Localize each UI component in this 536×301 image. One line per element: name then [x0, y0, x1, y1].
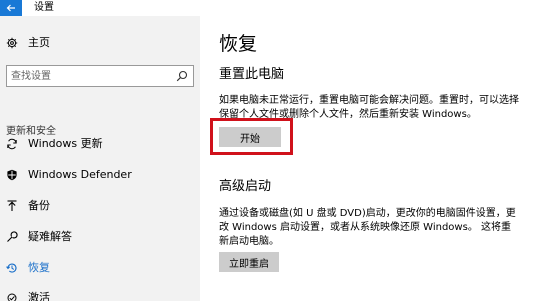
reset-pc-heading: 重置此电脑: [219, 67, 285, 82]
sidebar-item-label: 备份: [28, 199, 50, 212]
activation-icon: [6, 292, 18, 301]
sidebar-item-backup[interactable]: 备份: [0, 194, 200, 218]
sidebar-item-activation[interactable]: 激活: [0, 286, 200, 301]
back-button[interactable]: [0, 0, 22, 16]
main-content: 恢复 重置此电脑 如果电脑未正常运行，重置电脑可能会解决问题。重置时，可以选择保…: [200, 16, 536, 301]
sidebar-item-label: Windows Defender: [28, 168, 132, 181]
advanced-startup-description: 通过设备或磁盘(如 U 盘或 DVD)启动，更改你的电脑固件设置，更改 Wind…: [219, 208, 516, 247]
sidebar-item-windows-update[interactable]: Windows 更新: [0, 132, 200, 156]
window-title: 设置: [34, 2, 54, 13]
title-bar: 设置: [0, 0, 536, 16]
gear-icon: [6, 37, 18, 49]
search-box: [6, 65, 194, 87]
shield-icon: [6, 169, 18, 181]
wrench-icon: [6, 231, 18, 243]
search-input[interactable]: [11, 68, 171, 84]
sidebar-item-label: 主页: [28, 36, 50, 49]
sidebar: 主页 更新和安全 Windows 更新 Windows Defender 备份 …: [0, 16, 200, 301]
back-arrow-icon: [6, 4, 15, 12]
sidebar-item-label: 恢复: [28, 261, 50, 274]
get-started-button[interactable]: 开始: [219, 127, 281, 147]
sidebar-item-label: 疑难解答: [28, 230, 72, 243]
sidebar-item-windows-defender[interactable]: Windows Defender: [0, 163, 200, 187]
sidebar-item-recovery[interactable]: 恢复: [0, 256, 200, 280]
sidebar-item-troubleshoot[interactable]: 疑难解答: [0, 225, 200, 249]
advanced-startup-heading: 高级启动: [219, 179, 272, 194]
sidebar-item-label: 激活: [28, 291, 50, 301]
sidebar-item-label: Windows 更新: [28, 137, 103, 150]
restart-now-button[interactable]: 立即重启: [219, 252, 279, 272]
search-icon[interactable]: [176, 70, 188, 82]
sidebar-item-home[interactable]: 主页: [0, 31, 200, 55]
upload-icon: [6, 200, 18, 212]
page-title: 恢复: [219, 33, 258, 55]
history-icon: [6, 262, 18, 274]
sync-icon: [6, 138, 18, 150]
